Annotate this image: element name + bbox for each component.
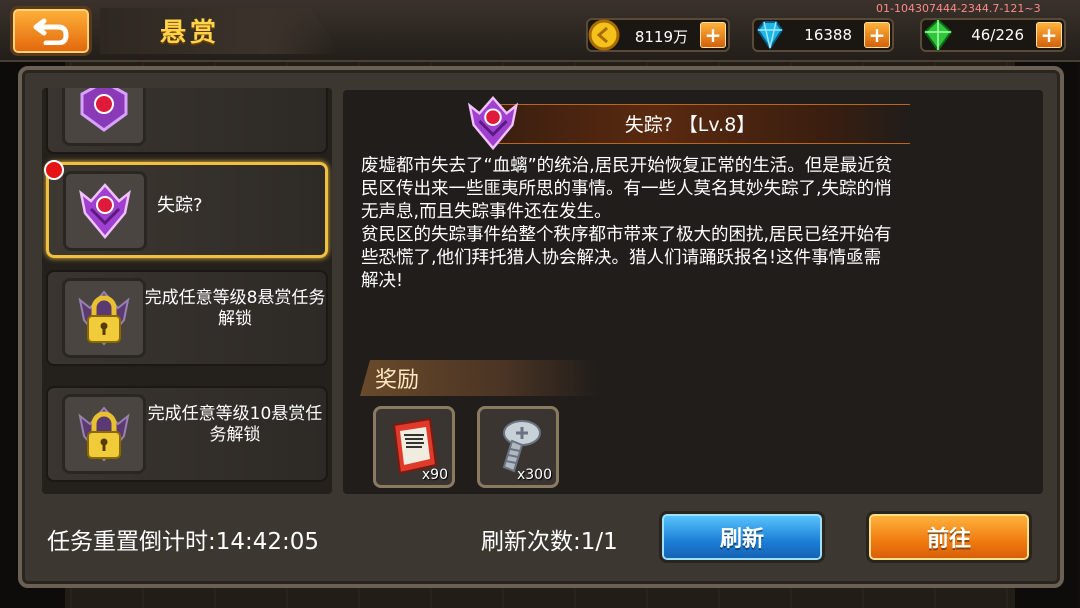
quest-emblem-icon xyxy=(62,88,146,146)
debug-id-text: 01-104307444-2344.7-121~3 xyxy=(876,2,1041,15)
reward-label: 奖励 xyxy=(375,368,420,393)
refresh-count: 刷新次数:1/1 xyxy=(481,529,618,555)
energy-crystal-icon xyxy=(918,15,958,55)
gold-value: 8119万 xyxy=(634,28,688,46)
add-gold-button[interactable]: + xyxy=(700,22,726,48)
quest-lock-text: 完成任意等级10悬赏任务解锁 xyxy=(147,404,323,445)
energy-counter: 46/226 + xyxy=(920,18,1066,52)
quest-item-locked[interactable]: 完成任意等级8悬赏任务解锁 xyxy=(46,270,328,366)
quest-description: 废墟都市失去了“血螭”的统治,居民开始恢复正常的生活。但是最近贫 民区传出来一些… xyxy=(361,155,1019,293)
back-arrow-icon xyxy=(33,18,69,45)
lock-icon xyxy=(62,278,146,358)
quest-list[interactable]: 失踪? 完成任意等级8悬赏任务解锁 完成任意等级10悬赏任务解锁 xyxy=(42,88,332,494)
reward-item-screw[interactable]: x300 xyxy=(477,406,559,488)
go-button[interactable]: 前往 xyxy=(866,511,1032,563)
add-energy-button[interactable]: + xyxy=(1036,22,1062,48)
quest-name: 失踪? xyxy=(157,195,203,216)
reset-timer: 任务重置倒计时:14:42:05 xyxy=(47,529,320,555)
notification-dot xyxy=(44,160,64,180)
quest-emblem-icon xyxy=(467,95,519,151)
quest-emblem-icon xyxy=(63,171,147,251)
description-line: 无声息,而且失踪事件还在发生。 xyxy=(361,202,612,222)
description-line: 解决! xyxy=(361,271,404,291)
quest-title: 失踪? 【Lv.8】 xyxy=(624,114,756,136)
reward-item-ticket[interactable]: x90 xyxy=(373,406,455,488)
quest-item-locked[interactable]: 完成任意等级10悬赏任务解锁 xyxy=(46,386,328,482)
gold-coin-icon xyxy=(584,15,624,55)
energy-value: 46/226 xyxy=(971,26,1024,44)
description-line: 些恐慌了,他们拜托猎人协会解决。猎人们请踊跃报名!这件事情亟需 xyxy=(361,248,882,268)
reward-qty: x90 xyxy=(421,467,448,483)
diamond-icon xyxy=(750,15,790,55)
refresh-button[interactable]: 刷新 xyxy=(659,511,825,563)
quest-item-selected[interactable]: 失踪? xyxy=(46,162,328,258)
quest-lock-text: 完成任意等级8悬赏任务解锁 xyxy=(144,288,326,329)
quest-item-partial[interactable] xyxy=(46,88,328,154)
gold-counter: 8119万 + xyxy=(586,18,730,52)
diamond-value: 16388 xyxy=(804,26,852,44)
diamond-counter: 16388 + xyxy=(752,18,894,52)
add-diamond-button[interactable]: + xyxy=(864,22,890,48)
description-line: 贫民区的失踪事件给整个秩序都市带来了极大的困扰,居民已经开始有 xyxy=(361,225,892,245)
back-button[interactable] xyxy=(10,6,92,56)
description-line: 废墟都市失去了“血螭”的统治,居民开始恢复正常的生活。但是最近贫 xyxy=(361,156,893,176)
description-line: 民区传出来一些匪夷所思的事情。有一些人莫名其妙失踪了,失踪的悄 xyxy=(361,179,892,199)
page-title: 悬赏 xyxy=(160,18,221,48)
reward-qty: x300 xyxy=(516,467,552,483)
lock-icon xyxy=(62,394,146,474)
